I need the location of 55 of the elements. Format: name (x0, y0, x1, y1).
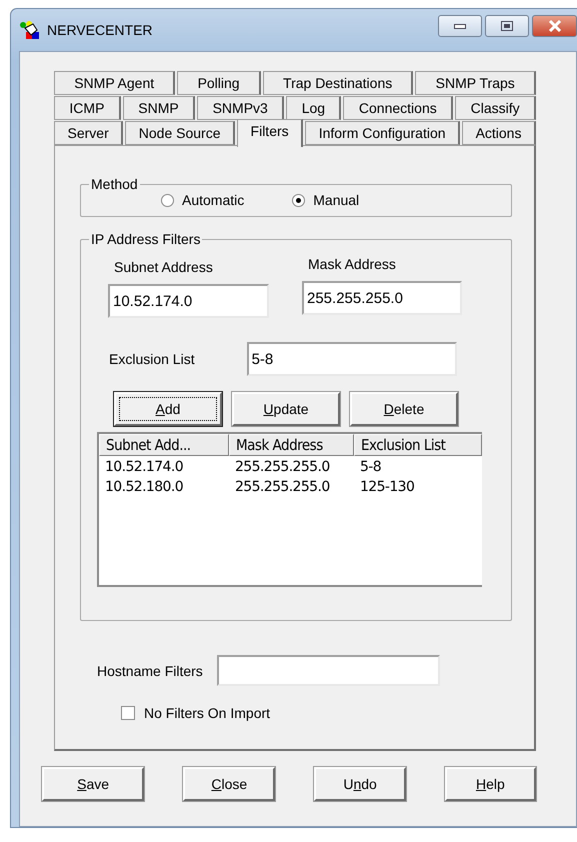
dialog-button[interactable]: Close (183, 767, 276, 801)
table-cell-text: 255.255.255.0 (234, 459, 331, 475)
checkbox[interactable] (121, 706, 135, 720)
tab[interactable]: Actions (462, 121, 536, 145)
hostname-field[interactable] (216, 655, 440, 686)
action-button[interactable]: Delete (350, 392, 458, 426)
radio-button[interactable] (161, 194, 174, 206)
tab[interactable]: Connections (343, 96, 454, 120)
table-cell-text: 5-8 (359, 459, 382, 475)
close-icon (548, 20, 562, 32)
action-button[interactable]: Update (232, 392, 340, 426)
radio-label: Manual (313, 192, 360, 208)
column-header[interactable]: Mask Address (229, 434, 354, 456)
field-label: Mask Address (307, 256, 397, 272)
tab[interactable]: Trap Destinations (262, 71, 414, 95)
tab[interactable]: Filters (237, 119, 304, 147)
tab[interactable]: ICMP (54, 96, 121, 120)
tab[interactable]: Classify (455, 96, 536, 120)
tab[interactable]: SNMP Traps (415, 71, 536, 95)
tab[interactable]: Log (286, 96, 342, 120)
maximize-button[interactable] (485, 15, 529, 37)
subnet-field[interactable]: 10.52.174.0 (108, 284, 269, 318)
table-cell-text: 10.52.180.0 (104, 479, 184, 495)
exclusion-field[interactable]: 5-8 (246, 342, 457, 376)
minimize-button[interactable] (438, 15, 482, 37)
dialog-button[interactable]: Undo (314, 767, 406, 801)
table-cell-text: 10.52.174.0 (104, 459, 184, 475)
column-header[interactable]: Exclusion List (354, 434, 482, 456)
table-cell-text: 125-130 (359, 479, 416, 495)
tab[interactable]: Node Source (125, 121, 236, 145)
action-button[interactable]: Add (114, 392, 222, 426)
tab[interactable]: Inform Configuration (305, 121, 460, 145)
minimize-icon (454, 24, 466, 28)
app-icon (19, 20, 41, 40)
radio-label: Automatic (182, 192, 244, 208)
group-title: Method (90, 176, 139, 192)
tab[interactable]: Server (54, 121, 124, 145)
tab[interactable]: SNMP (122, 96, 196, 120)
radio-button[interactable] (292, 194, 306, 206)
group-title: IP Address Filters (90, 231, 202, 247)
field-label: Subnet Address (113, 259, 214, 275)
tab[interactable]: SNMP Agent (54, 71, 176, 95)
table-cell-text: 255.255.255.0 (234, 479, 331, 495)
dialog-button[interactable]: Help (444, 767, 536, 801)
field-label: Exclusion List (109, 351, 195, 367)
mask-field[interactable]: 255.255.255.0 (302, 281, 462, 315)
tab[interactable]: SNMPv3 (197, 96, 284, 120)
window-title: NERVECENTER (47, 22, 154, 38)
column-header[interactable]: Subnet Add... (99, 434, 229, 456)
close-button[interactable] (532, 15, 577, 37)
tab[interactable]: Polling (177, 71, 261, 95)
field-label: Hostname Filters (97, 662, 203, 678)
checkbox-label: No Filters On Import (144, 705, 270, 721)
dialog-button[interactable]: Save (42, 767, 144, 801)
restore-icon (501, 21, 513, 31)
